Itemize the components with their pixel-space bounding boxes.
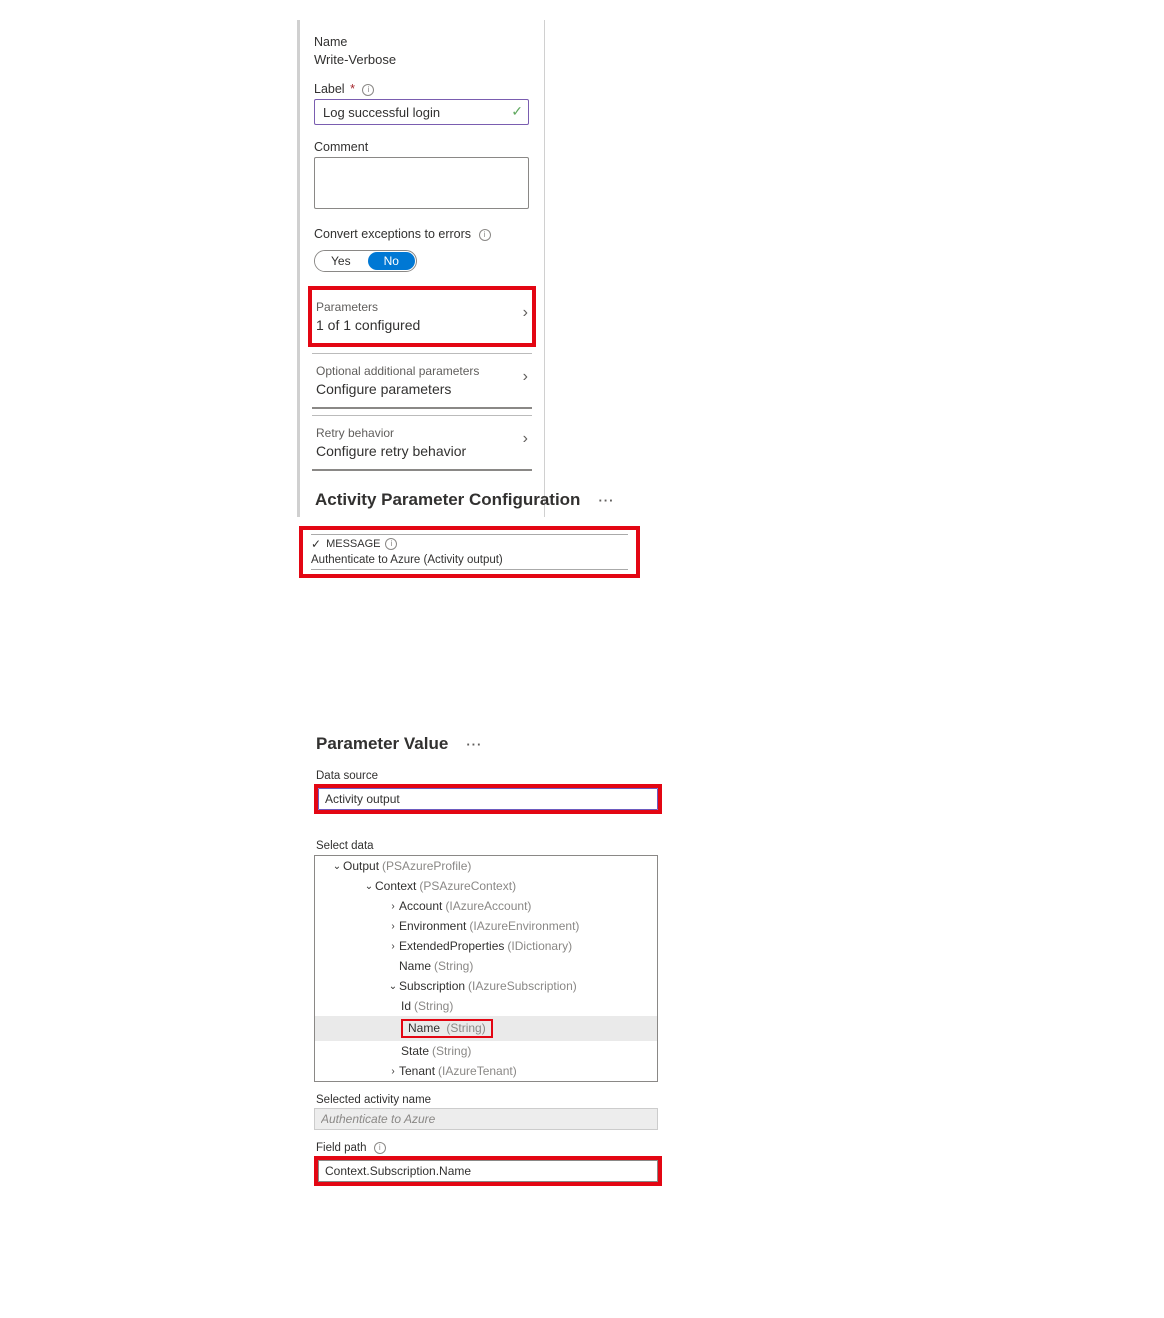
convert-toggle[interactable]: Yes No (314, 250, 417, 272)
chevron-right-icon: › (387, 921, 399, 932)
select-data-tree[interactable]: ⌄ Output (PSAzureProfile) ⌄ Context (PSA… (314, 855, 658, 1082)
chevron-down-icon: ⌄ (331, 861, 343, 872)
name-label: Name (314, 35, 347, 49)
message-value: Authenticate to Azure (Activity output) (311, 553, 628, 570)
activity-parameter-config: Activity Parameter Configuration ··· ✓ M… (297, 490, 642, 578)
retry-title: Retry behavior (316, 426, 528, 440)
tree-row-subscription[interactable]: ⌄ Subscription (IAzureSubscription) (315, 976, 657, 996)
info-icon[interactable]: i (362, 84, 374, 96)
parameters-value: 1 of 1 configured (316, 317, 528, 333)
message-row[interactable]: ✓ MESSAGE i Authenticate to Azure (Activ… (299, 526, 640, 578)
chevron-down-icon: ⌄ (387, 981, 399, 992)
tree-row-account[interactable]: › Account (IAzureAccount) (315, 896, 657, 916)
parameter-value-panel: Parameter Value ··· Data source Select d… (314, 734, 662, 1186)
message-header: ✓ MESSAGE i (311, 534, 628, 553)
activity-config-panel: Name Write-Verbose Label * i Log success… (297, 20, 545, 517)
tree-row-tenant[interactable]: › Tenant (IAzureTenant) (315, 1061, 657, 1081)
tree-row-output[interactable]: ⌄ Output (PSAzureProfile) (315, 856, 657, 876)
field-path-label: Field path i (316, 1142, 662, 1154)
tree-row-sub-state[interactable]: State (String) (315, 1041, 657, 1061)
select-data-label: Select data (316, 840, 662, 852)
tree-row-ctxname[interactable]: Name (String) (315, 956, 657, 976)
config-title: Activity Parameter Configuration ··· (315, 490, 642, 510)
name-value: Write-Verbose (314, 52, 530, 67)
optional-title: Optional additional parameters (316, 364, 528, 378)
info-icon[interactable]: i (479, 229, 491, 241)
chevron-right-icon: › (387, 901, 399, 912)
chevron-right-icon: › (523, 304, 528, 322)
tree-row-sub-name[interactable]: Name (String) (315, 1016, 657, 1041)
comment-block: Comment (300, 139, 544, 212)
label-input-wrap: Log successful login ✓ (314, 99, 529, 125)
data-source-label: Data source (316, 770, 662, 782)
check-icon: ✓ (311, 537, 321, 551)
more-icon[interactable]: ··· (598, 493, 614, 508)
label-label: Label * i (314, 82, 374, 96)
label-input[interactable]: Log successful login (314, 99, 529, 125)
toggle-yes[interactable]: Yes (315, 251, 367, 271)
data-source-input[interactable] (318, 788, 658, 810)
toggle-no[interactable]: No (368, 252, 415, 270)
comment-label: Comment (314, 140, 368, 154)
selected-activity-label: Selected activity name (316, 1094, 662, 1106)
required-star: * (350, 82, 355, 96)
comment-textarea[interactable] (314, 157, 529, 209)
selected-activity-input (314, 1108, 658, 1130)
optional-value: Configure parameters (316, 381, 528, 397)
info-icon[interactable]: i (374, 1142, 386, 1154)
info-icon[interactable]: i (385, 538, 397, 550)
convert-label: Convert exceptions to errors (314, 227, 471, 241)
tree-row-context[interactable]: ⌄ Context (PSAzureContext) (315, 876, 657, 896)
name-block: Name Write-Verbose (300, 34, 544, 67)
optional-params-row[interactable]: Optional additional parameters Configure… (312, 353, 532, 409)
more-icon[interactable]: ··· (466, 737, 482, 752)
retry-behavior-row[interactable]: Retry behavior Configure retry behavior … (312, 415, 532, 471)
field-path-wrap (314, 1156, 662, 1186)
convert-block: Convert exceptions to errors i Yes No (300, 226, 544, 272)
tree-row-extprops[interactable]: › ExtendedProperties (IDictionary) (315, 936, 657, 956)
chevron-right-icon: › (523, 430, 528, 448)
check-icon: ✓ (511, 103, 523, 120)
chevron-right-icon: › (387, 941, 399, 952)
tree-row-sub-id[interactable]: Id (String) (315, 996, 657, 1016)
parameters-title: Parameters (316, 300, 528, 314)
label-block: Label * i Log successful login ✓ (300, 81, 544, 125)
chevron-right-icon: › (523, 368, 528, 386)
field-path-input[interactable] (318, 1160, 658, 1182)
data-source-wrap (314, 784, 662, 814)
parameters-row[interactable]: Parameters 1 of 1 configured › (308, 286, 536, 347)
param-value-title: Parameter Value ··· (316, 734, 662, 754)
chevron-right-icon: › (387, 1066, 399, 1077)
retry-value: Configure retry behavior (316, 443, 528, 459)
sub-name-highlight: Name (String) (401, 1019, 493, 1038)
chevron-down-icon: ⌄ (363, 881, 375, 892)
tree-row-environment[interactable]: › Environment (IAzureEnvironment) (315, 916, 657, 936)
